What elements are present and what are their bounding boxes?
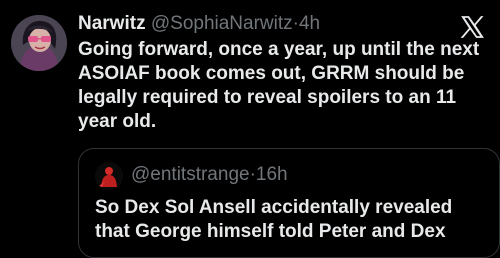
quote-tweet[interactable]: @entitstrange·16h So Dex Sol Ansell acci… (78, 148, 500, 258)
quote-avatar[interactable] (95, 162, 123, 190)
display-name[interactable]: Narwitz (78, 13, 146, 34)
tweet[interactable]: Narwitz @SophiaNarwitz·4h Going forward,… (0, 0, 500, 258)
avatar-woman-pink-glasses-icon (11, 15, 67, 71)
quote-header: @entitstrange·16h (131, 163, 288, 187)
handle[interactable]: @SophiaNarwitz (151, 13, 293, 34)
x-logo-icon (460, 16, 484, 38)
timestamp[interactable]: 4h (299, 13, 320, 34)
quote-text: So Dex Sol Ansell accidentally revealed … (95, 197, 453, 242)
avatar-red-figure-icon (95, 162, 123, 190)
quote-handle[interactable]: @entitstrange (131, 164, 250, 185)
avatar[interactable] (11, 15, 67, 71)
quote-timestamp[interactable]: 16h (256, 164, 288, 185)
tweet-header: Narwitz @SophiaNarwitz·4h (78, 12, 320, 36)
tweet-text: Going forward, once a year, up until the… (78, 39, 480, 132)
